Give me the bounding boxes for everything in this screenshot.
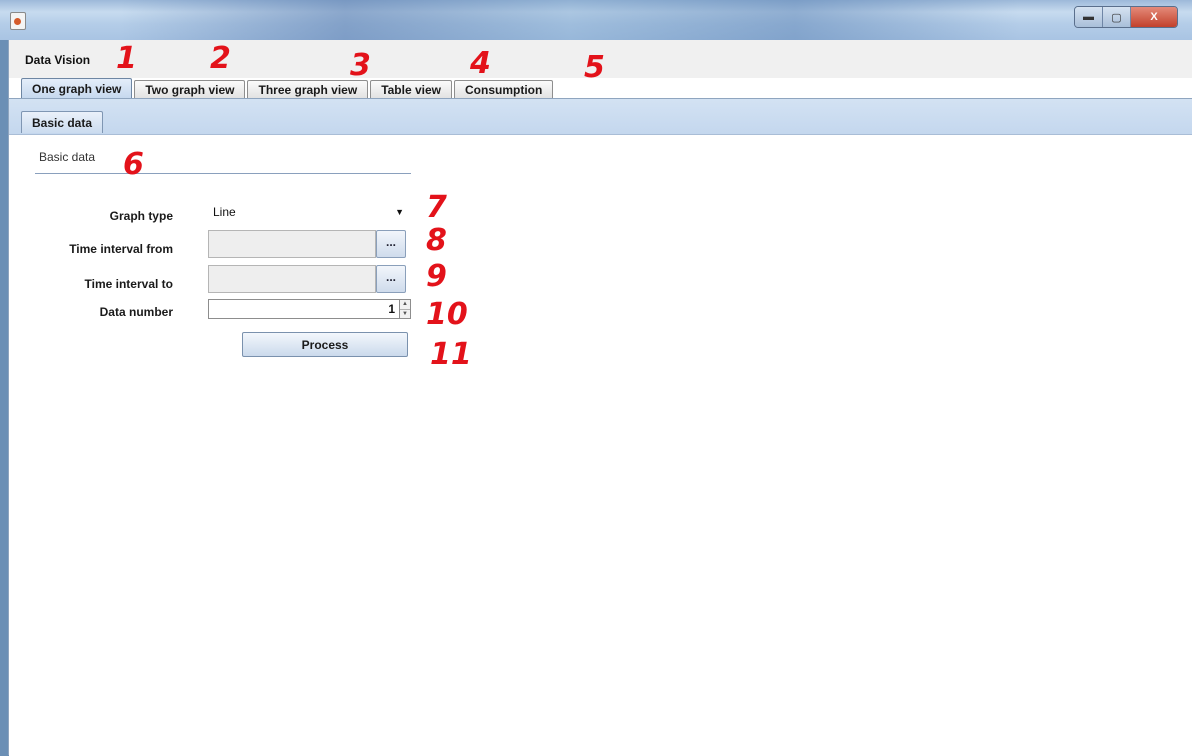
window-controls: ▬ ▢ X xyxy=(1074,6,1178,28)
section-title: Basic data xyxy=(39,150,96,164)
time-from-picker-button[interactable]: ... xyxy=(376,230,406,258)
data-number-label: Data number xyxy=(99,305,173,319)
tab-one-graph-view[interactable]: One graph view xyxy=(21,78,133,98)
close-button[interactable]: X xyxy=(1131,7,1177,27)
chevron-down-icon[interactable]: ▼ xyxy=(395,207,404,217)
data-number-value: 1 xyxy=(388,302,395,316)
callout-5: 5 xyxy=(584,50,605,85)
tab-two-graph-view[interactable]: Two graph view xyxy=(134,80,246,98)
time-from-label: Time interval from xyxy=(69,242,173,256)
title-bar[interactable]: ▬ ▢ X xyxy=(0,0,1192,40)
time-to-label: Time interval to xyxy=(84,277,173,291)
section-divider xyxy=(35,173,411,174)
title-bar-background xyxy=(120,0,1020,40)
time-to-field[interactable] xyxy=(208,265,376,293)
time-to-picker-button[interactable]: ... xyxy=(376,265,406,293)
spinner-arrows[interactable]: ▲ ▼ xyxy=(400,299,411,319)
callout-1: 1 xyxy=(116,41,137,76)
graph-type-value: Line xyxy=(213,205,236,219)
subtab-basic-data[interactable]: Basic data xyxy=(21,111,104,133)
spinner-down-icon[interactable]: ▼ xyxy=(400,310,410,319)
java-app-icon xyxy=(10,12,26,30)
tab-table-view[interactable]: Table view xyxy=(370,80,452,98)
callout-7: 7 xyxy=(426,190,447,225)
tab-consumption[interactable]: Consumption xyxy=(454,80,554,98)
time-from-field[interactable] xyxy=(208,230,376,258)
callout-8: 8 xyxy=(426,223,447,258)
callout-11: 11 xyxy=(430,337,472,372)
app-title[interactable]: Data Vision xyxy=(25,53,90,67)
callout-4: 4 xyxy=(470,46,491,81)
spinner-up-icon[interactable]: ▲ xyxy=(400,300,410,310)
client-area: Data Vision One graph view Two graph vie… xyxy=(8,40,1192,756)
basic-data-panel: Basic data Graph type Line ▼ Time interv… xyxy=(9,134,1192,756)
main-tabs: One graph view Two graph view Three grap… xyxy=(21,78,555,98)
data-number-spinner[interactable]: 1 xyxy=(208,299,400,319)
callout-2: 2 xyxy=(210,41,231,76)
graph-type-label: Graph type xyxy=(109,209,173,223)
callout-10: 10 xyxy=(426,297,468,332)
callout-6: 6 xyxy=(123,147,144,182)
subtab-bar: Basic data xyxy=(9,99,1192,134)
app-window: ▬ ▢ X Data Vision One graph view Two gra… xyxy=(0,0,1192,756)
minimize-button[interactable]: ▬ xyxy=(1075,7,1103,27)
process-button[interactable]: Process xyxy=(242,332,408,357)
callout-3: 3 xyxy=(350,48,371,83)
callout-9: 9 xyxy=(426,259,447,294)
maximize-button[interactable]: ▢ xyxy=(1103,7,1131,27)
graph-type-select[interactable]: Line ▼ xyxy=(208,201,411,223)
